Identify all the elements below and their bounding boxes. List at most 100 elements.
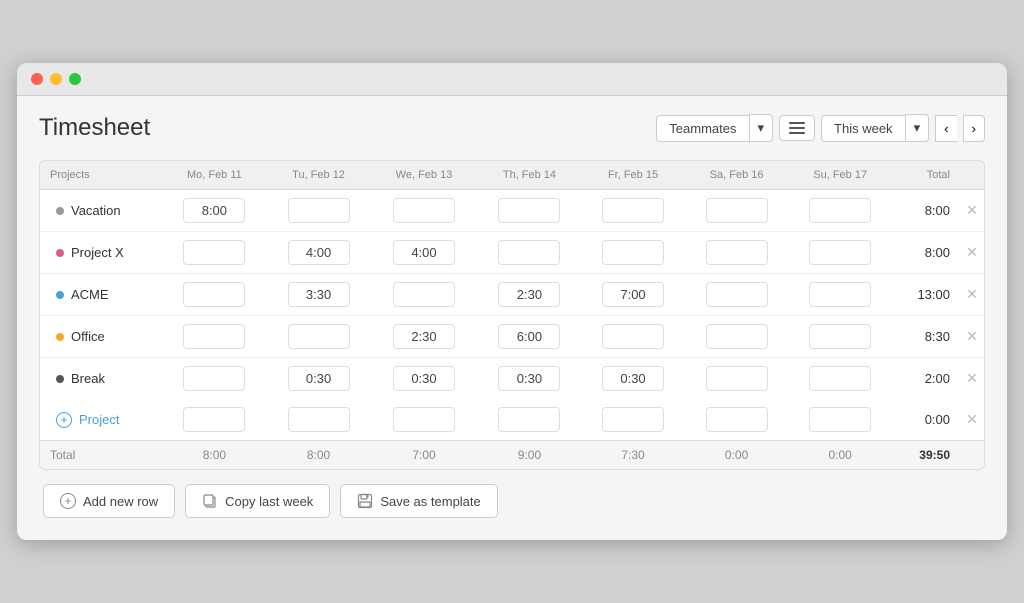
teammates-button[interactable]: Teammates	[656, 115, 748, 142]
chevron-right-icon: ›	[972, 121, 976, 136]
time-input-0-sat[interactable]	[706, 198, 768, 223]
project-dot-2	[56, 291, 64, 299]
row-total-2: 13:00	[892, 274, 960, 316]
time-input-2-wed[interactable]	[393, 282, 455, 307]
copy-last-week-button[interactable]: Copy last week	[185, 484, 330, 518]
prev-week-button[interactable]: ‹	[935, 115, 956, 142]
copy-icon	[202, 493, 218, 509]
col-projects: Projects	[40, 161, 162, 190]
time-input-1-thu[interactable]	[498, 240, 560, 265]
time-input-0-fri[interactable]	[602, 198, 664, 223]
col-thu: Th, Feb 14	[478, 161, 582, 190]
time-input-3-wed[interactable]	[393, 324, 455, 349]
col-mon: Mo, Feb 11	[162, 161, 267, 190]
table-row: Break2:00✕	[40, 358, 984, 400]
minimize-button[interactable]	[50, 73, 62, 85]
time-input-2-sat[interactable]	[706, 282, 768, 307]
delete-row-1[interactable]: ✕	[960, 232, 984, 274]
time-input-3-tue[interactable]	[288, 324, 350, 349]
chevron-down-icon: ▾	[758, 120, 765, 136]
add-project-sun[interactable]	[809, 407, 871, 432]
thisweek-dropdown-arrow[interactable]: ▾	[905, 114, 930, 142]
time-input-1-sat[interactable]	[706, 240, 768, 265]
total-thu: 9:00	[478, 441, 582, 470]
total-wed: 7:00	[370, 441, 477, 470]
table-row: Project X8:00✕	[40, 232, 984, 274]
time-input-4-thu[interactable]	[498, 366, 560, 391]
time-input-2-mon[interactable]	[183, 282, 245, 307]
add-project-delete[interactable]: ✕	[960, 399, 984, 441]
time-input-1-fri[interactable]	[602, 240, 664, 265]
time-input-2-sun[interactable]	[809, 282, 871, 307]
list-view-button[interactable]	[779, 115, 815, 141]
grand-total: 39:50	[892, 441, 960, 470]
save-template-button[interactable]: Save as template	[340, 484, 497, 518]
time-input-1-mon[interactable]	[183, 240, 245, 265]
col-delete	[960, 161, 984, 190]
add-row-button[interactable]: + Add new row	[43, 484, 175, 518]
add-project-button[interactable]: + Project	[46, 412, 156, 428]
project-cell-2: ACME	[46, 287, 156, 302]
table-header-row: Projects Mo, Feb 11 Tu, Feb 12 We, Feb 1…	[40, 161, 984, 190]
add-circle-icon: +	[56, 412, 72, 428]
chevron-down-icon: ▾	[914, 120, 921, 136]
table-row: ACME 13:00✕	[40, 274, 984, 316]
time-input-0-thu[interactable]	[498, 198, 560, 223]
time-input-4-tue[interactable]	[288, 366, 350, 391]
next-week-button[interactable]: ›	[963, 115, 985, 142]
close-button[interactable]	[31, 73, 43, 85]
table-row: Office 8:30✕	[40, 316, 984, 358]
time-input-1-tue[interactable]	[288, 240, 350, 265]
add-project-thu[interactable]	[498, 407, 560, 432]
row-total-3: 8:30	[892, 316, 960, 358]
time-input-4-fri[interactable]	[602, 366, 664, 391]
teammates-group: Teammates ▾	[656, 114, 773, 142]
add-project-wed[interactable]	[393, 407, 455, 432]
project-name-3: Office	[71, 329, 105, 344]
time-input-0-wed[interactable]	[393, 198, 455, 223]
save-template-label: Save as template	[380, 494, 480, 509]
bottom-bar: + Add new row Copy last week Save as tem…	[39, 470, 985, 522]
time-input-1-wed[interactable]	[393, 240, 455, 265]
time-input-4-mon[interactable]	[183, 366, 245, 391]
maximize-button[interactable]	[69, 73, 81, 85]
delete-row-3[interactable]: ✕	[960, 316, 984, 358]
thisweek-button[interactable]: This week	[821, 115, 905, 142]
time-input-3-sun[interactable]	[809, 324, 871, 349]
time-input-3-mon[interactable]	[183, 324, 245, 349]
total-sun: 0:00	[788, 441, 892, 470]
project-name-4: Break	[71, 371, 105, 386]
time-input-0-sun[interactable]	[809, 198, 871, 223]
add-project-tue[interactable]	[288, 407, 350, 432]
time-input-1-sun[interactable]	[809, 240, 871, 265]
total-fri: 7:30	[581, 441, 685, 470]
time-input-4-sat[interactable]	[706, 366, 768, 391]
project-cell-4: Break	[46, 371, 156, 386]
page-title: Timesheet	[39, 114, 150, 142]
time-input-0-tue[interactable]	[288, 198, 350, 223]
copy-last-week-label: Copy last week	[225, 494, 313, 509]
delete-row-0[interactable]: ✕	[960, 190, 984, 232]
time-input-2-tue[interactable]	[288, 282, 350, 307]
time-input-4-sun[interactable]	[809, 366, 871, 391]
time-input-0-mon[interactable]	[183, 198, 245, 223]
time-input-2-thu[interactable]	[498, 282, 560, 307]
teammates-dropdown-arrow[interactable]: ▾	[749, 114, 774, 142]
project-name-0: Vacation	[71, 203, 121, 218]
project-dot-4	[56, 375, 64, 383]
time-input-3-thu[interactable]	[498, 324, 560, 349]
delete-row-4[interactable]: ✕	[960, 358, 984, 400]
add-project-sat[interactable]	[706, 407, 768, 432]
time-input-2-fri[interactable]	[602, 282, 664, 307]
time-input-4-wed[interactable]	[393, 366, 455, 391]
project-dot-0	[56, 207, 64, 215]
add-project-fri[interactable]	[602, 407, 664, 432]
timesheet-table: Projects Mo, Feb 11 Tu, Feb 12 We, Feb 1…	[39, 160, 985, 470]
add-project-mon[interactable]	[183, 407, 245, 432]
time-input-3-sat[interactable]	[706, 324, 768, 349]
time-input-3-fri[interactable]	[602, 324, 664, 349]
project-dot-1	[56, 249, 64, 257]
delete-row-2[interactable]: ✕	[960, 274, 984, 316]
header: Timesheet Teammates ▾	[39, 114, 985, 142]
project-name-2: ACME	[71, 287, 109, 302]
